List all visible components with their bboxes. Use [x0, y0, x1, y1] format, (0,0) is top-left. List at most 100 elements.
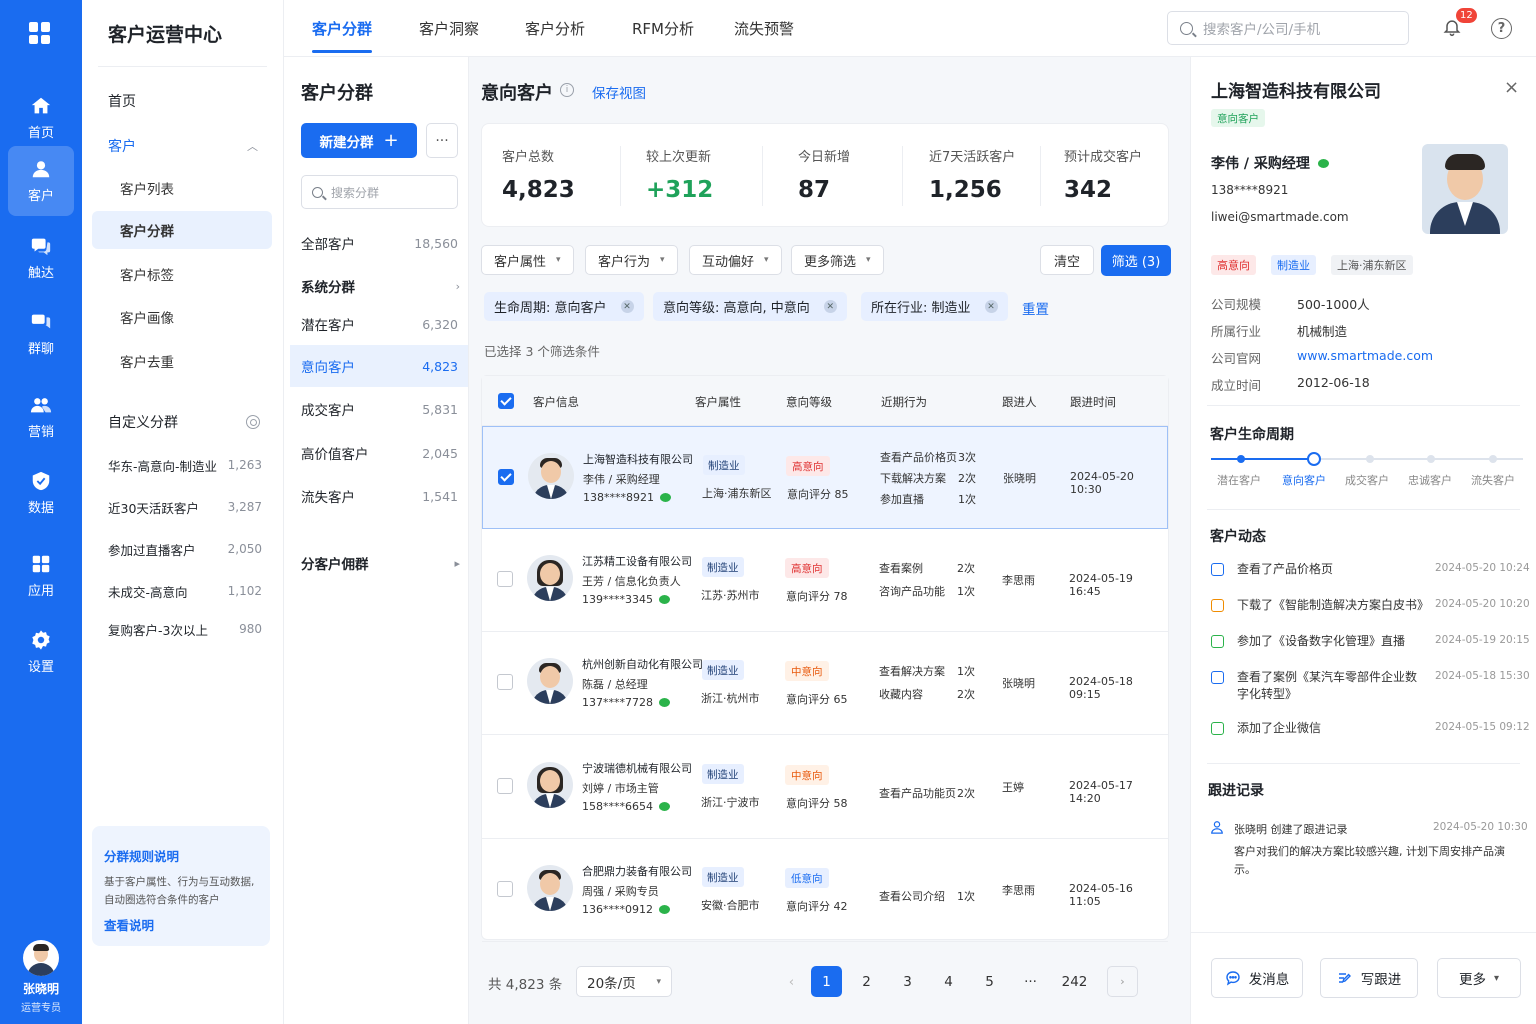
select-all-checkbox[interactable] [498, 393, 514, 409]
info-icon[interactable]: i [560, 83, 574, 97]
more-actions-button[interactable]: 更多 ▾ [1437, 958, 1521, 998]
page-button[interactable]: 2 [851, 966, 882, 997]
current-user[interactable]: 张晓明 运营专员 [0, 940, 82, 1014]
company-name[interactable]: 上海智造科技有限公司 [583, 451, 693, 467]
event-time: 2024-05-20 10:24 [1435, 562, 1530, 574]
custom-segment-item[interactable]: 华东-高意向-制造业 1,263 [92, 446, 272, 484]
website-link[interactable]: www.smartmade.com [1297, 348, 1433, 363]
save-view-link[interactable]: 保存视图 [592, 82, 646, 102]
company-name[interactable]: 宁波瑞德机械有限公司 [582, 760, 692, 776]
wechat-icon[interactable] [659, 595, 670, 604]
close-icon[interactable]: ✕ [984, 300, 998, 313]
table-row[interactable]: 合肥鼎力装备有限公司 周强 / 采购专员 136****0912 制造业 安徽·合肥市 低… [482, 839, 1168, 942]
row-checkbox[interactable] [497, 881, 513, 897]
clear-filters-button[interactable]: 清空 [1040, 245, 1094, 275]
row-checkbox[interactable] [497, 778, 513, 794]
stat-value: 87 [798, 177, 831, 203]
help-icon[interactable]: ? [1491, 18, 1512, 39]
segment-item[interactable]: 潜在客户 6,320 [290, 303, 468, 345]
segment-group-sub[interactable]: 分客户佣群 ▸ [290, 542, 468, 584]
wechat-icon[interactable] [659, 802, 670, 811]
rail-item-customer[interactable]: 客户 [8, 146, 74, 216]
close-icon[interactable]: ✕ [823, 300, 837, 313]
page-button[interactable]: 5 [974, 966, 1005, 997]
table-row[interactable]: 宁波瑞德机械有限公司 刘婷 / 市场主管 158****6654 制造业 浙江·宁波市 中… [482, 736, 1168, 839]
prev-page-button[interactable]: ‹ [776, 966, 807, 997]
row-checkbox[interactable] [498, 469, 514, 485]
rail-item-home[interactable]: 首页 [8, 83, 74, 153]
tab-churn-alert[interactable]: 流失预警 [734, 0, 794, 57]
table-row[interactable]: 杭州创新自动化有限公司 陈磊 / 总经理 137****7728 制造业 浙江·杭州市 中… [482, 632, 1168, 735]
rail-item-group-chat[interactable]: 群聊 [8, 299, 74, 369]
rail-item-marketing[interactable]: 营销 [8, 382, 74, 452]
company-name[interactable]: 江苏精工设备有限公司 [582, 553, 692, 569]
global-search-input[interactable]: 搜索客户/公司/手机 [1167, 11, 1409, 45]
next-page-button[interactable]: › [1107, 966, 1138, 997]
row-checkbox[interactable] [497, 571, 513, 587]
nav-item-customer-tags[interactable]: 客户标签 [92, 255, 272, 293]
row-checkbox[interactable] [497, 674, 513, 690]
close-icon[interactable]: × [1504, 77, 1519, 98]
tab-rfm-analysis[interactable]: RFM分析 [632, 0, 694, 57]
segment-item[interactable]: 成交客户 5,831 [290, 388, 468, 430]
write-followup-button[interactable]: 写跟进 [1320, 958, 1418, 998]
nav-count: 1,263 [227, 458, 262, 472]
event-text: 添加了企业微信 [1237, 721, 1322, 735]
filter-chip[interactable]: 所在行业: 制造业 ✕ [861, 292, 1008, 321]
wechat-icon[interactable] [660, 493, 671, 502]
filter-customer-behavior[interactable]: 客户行为 ▾ [585, 245, 678, 275]
event-time: 2024-05-20 10:20 [1435, 598, 1530, 610]
view-rule-link[interactable]: 查看说明 [104, 915, 258, 934]
segment-group-system[interactable]: 系统分群 › [290, 265, 468, 307]
segment-item[interactable]: 流失客户 1,541 [290, 475, 468, 517]
nav-item-home[interactable]: 首页 [92, 82, 272, 120]
page-button[interactable]: 4 [933, 966, 964, 997]
tab-customer-insight[interactable]: 客户洞察 [419, 0, 479, 57]
rail-item-settings[interactable]: 设置 [8, 617, 74, 687]
page-button[interactable]: 1 [811, 966, 842, 997]
company-name[interactable]: 合肥鼎力装备有限公司 [582, 863, 692, 879]
rail-item-apps[interactable]: 应用 [8, 541, 74, 611]
company-name[interactable]: 杭州创新自动化有限公司 [582, 656, 703, 672]
page-button[interactable]: 3 [892, 966, 923, 997]
page-size-select[interactable]: 20条/页 ▾ [576, 966, 672, 997]
rail-item-data[interactable]: 数据 [8, 458, 74, 528]
wechat-icon[interactable] [1317, 158, 1329, 168]
custom-segment-item[interactable]: 复购客户-3次以上 980 [92, 610, 272, 648]
page-button[interactable]: 242 [1059, 966, 1090, 997]
nav-item-customer-list[interactable]: 客户列表 [92, 169, 272, 207]
custom-segment-item[interactable]: 未成交-高意向 1,102 [92, 572, 272, 610]
nav-item-customer[interactable]: 客户 ︿ [92, 127, 272, 165]
followup-time: 2024-05-20 10:30 [1433, 821, 1528, 833]
filter-chip[interactable]: 意向等级: 高意向, 中意向 ✕ [653, 292, 847, 321]
filter-chip[interactable]: 生命周期: 意向客户 ✕ [484, 292, 644, 321]
nav-item-customer-portrait[interactable]: 客户画像 [92, 298, 272, 336]
segment-item-active[interactable]: 意向客户 4,823 [290, 345, 468, 387]
close-icon[interactable]: ✕ [620, 300, 634, 313]
reset-link[interactable]: 重置 [1022, 298, 1049, 318]
filter-more[interactable]: 更多筛选 ▾ [791, 245, 884, 275]
rail-item-reach[interactable]: 触达 [8, 223, 74, 293]
more-options-button[interactable]: ··· [426, 123, 458, 158]
segment-item[interactable]: 高价值客户 2,045 [290, 432, 468, 474]
segment-search-input[interactable]: 搜索分群 [301, 175, 458, 209]
table-row[interactable]: 上海智造科技有限公司 李伟 / 采购经理 138****8921 制造业 上海·浦东新区… [482, 426, 1168, 529]
send-message-button[interactable]: 发消息 [1211, 958, 1303, 998]
segment-item-all[interactable]: 全部客户 18,560 [290, 222, 468, 264]
wechat-icon[interactable] [659, 905, 670, 914]
tab-customer-analysis[interactable]: 客户分析 [525, 0, 585, 57]
table-row[interactable]: 江苏精工设备有限公司 王芳 / 信息化负责人 139****3345 制造业 江苏·苏州… [482, 529, 1168, 632]
custom-segment-item[interactable]: 参加过直播客户 2,050 [92, 530, 272, 568]
wechat-icon[interactable] [659, 698, 670, 707]
contact-phone: 137****7728 [582, 696, 670, 709]
apply-filter-button[interactable]: 筛选 (3) [1101, 245, 1171, 276]
tab-customer-segment[interactable]: 客户分群 [312, 0, 373, 57]
nav-item-customer-segment[interactable]: 客户分群 [92, 211, 272, 249]
filter-interaction-pref[interactable]: 互动偏好 ▾ [689, 245, 782, 275]
settings-icon[interactable] [246, 415, 260, 429]
nav-item-customer-dedupe[interactable]: 客户去重 [92, 342, 272, 380]
filter-customer-attr[interactable]: 客户属性 ▾ [481, 245, 574, 275]
new-segment-button[interactable]: 新建分群 + [301, 123, 417, 158]
apps-grid-icon[interactable] [29, 22, 51, 44]
custom-segment-item[interactable]: 近30天活跃客户 3,287 [92, 488, 272, 526]
